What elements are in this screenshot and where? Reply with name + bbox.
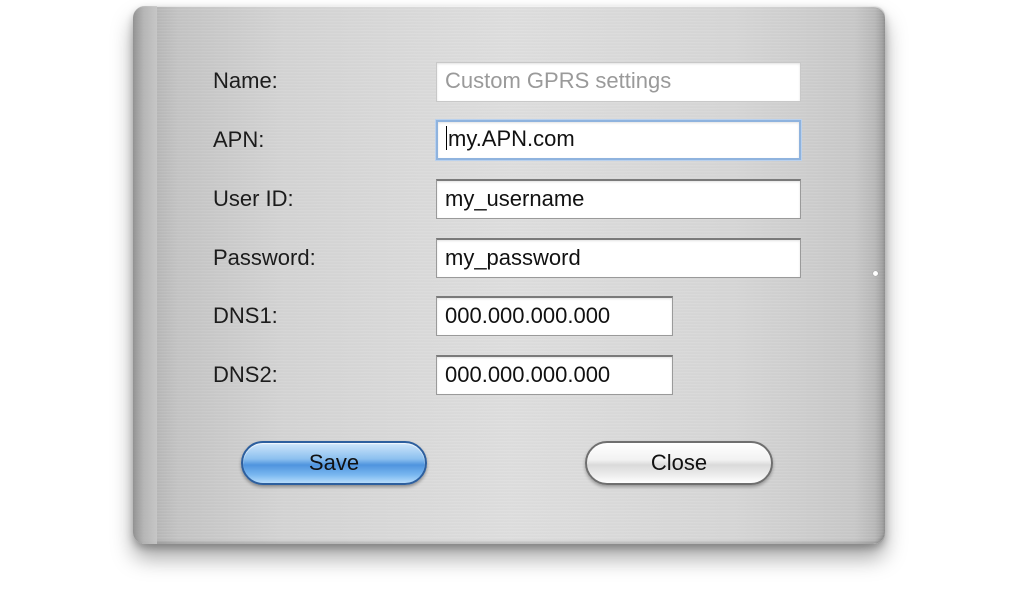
dns1-label: DNS1:: [213, 303, 278, 328]
text-cursor: [446, 126, 447, 151]
save-button[interactable]: Save: [241, 441, 427, 485]
user-id-label: User ID:: [213, 186, 294, 211]
dns1-field[interactable]: 000.000.000.000: [436, 296, 673, 336]
password-field[interactable]: my_password: [436, 238, 801, 278]
panel-left-edge: [133, 6, 157, 544]
apn-value: my.APN.com: [448, 126, 575, 151]
apn-label: APN:: [213, 127, 265, 152]
dns2-field[interactable]: 000.000.000.000: [436, 355, 673, 395]
apn-field[interactable]: my.APN.com: [436, 120, 801, 160]
dns2-label: DNS2:: [213, 362, 278, 387]
dialog-stage: Name: Custom GPRS settings APN: my.APN.c…: [0, 0, 1020, 592]
close-button[interactable]: Close: [585, 441, 773, 485]
password-label: Password:: [213, 245, 316, 270]
drawer-handle-icon[interactable]: [873, 271, 878, 276]
name-label: Name:: [213, 68, 278, 93]
user-id-field[interactable]: my_username: [436, 179, 801, 219]
name-field[interactable]: Custom GPRS settings: [436, 62, 801, 102]
